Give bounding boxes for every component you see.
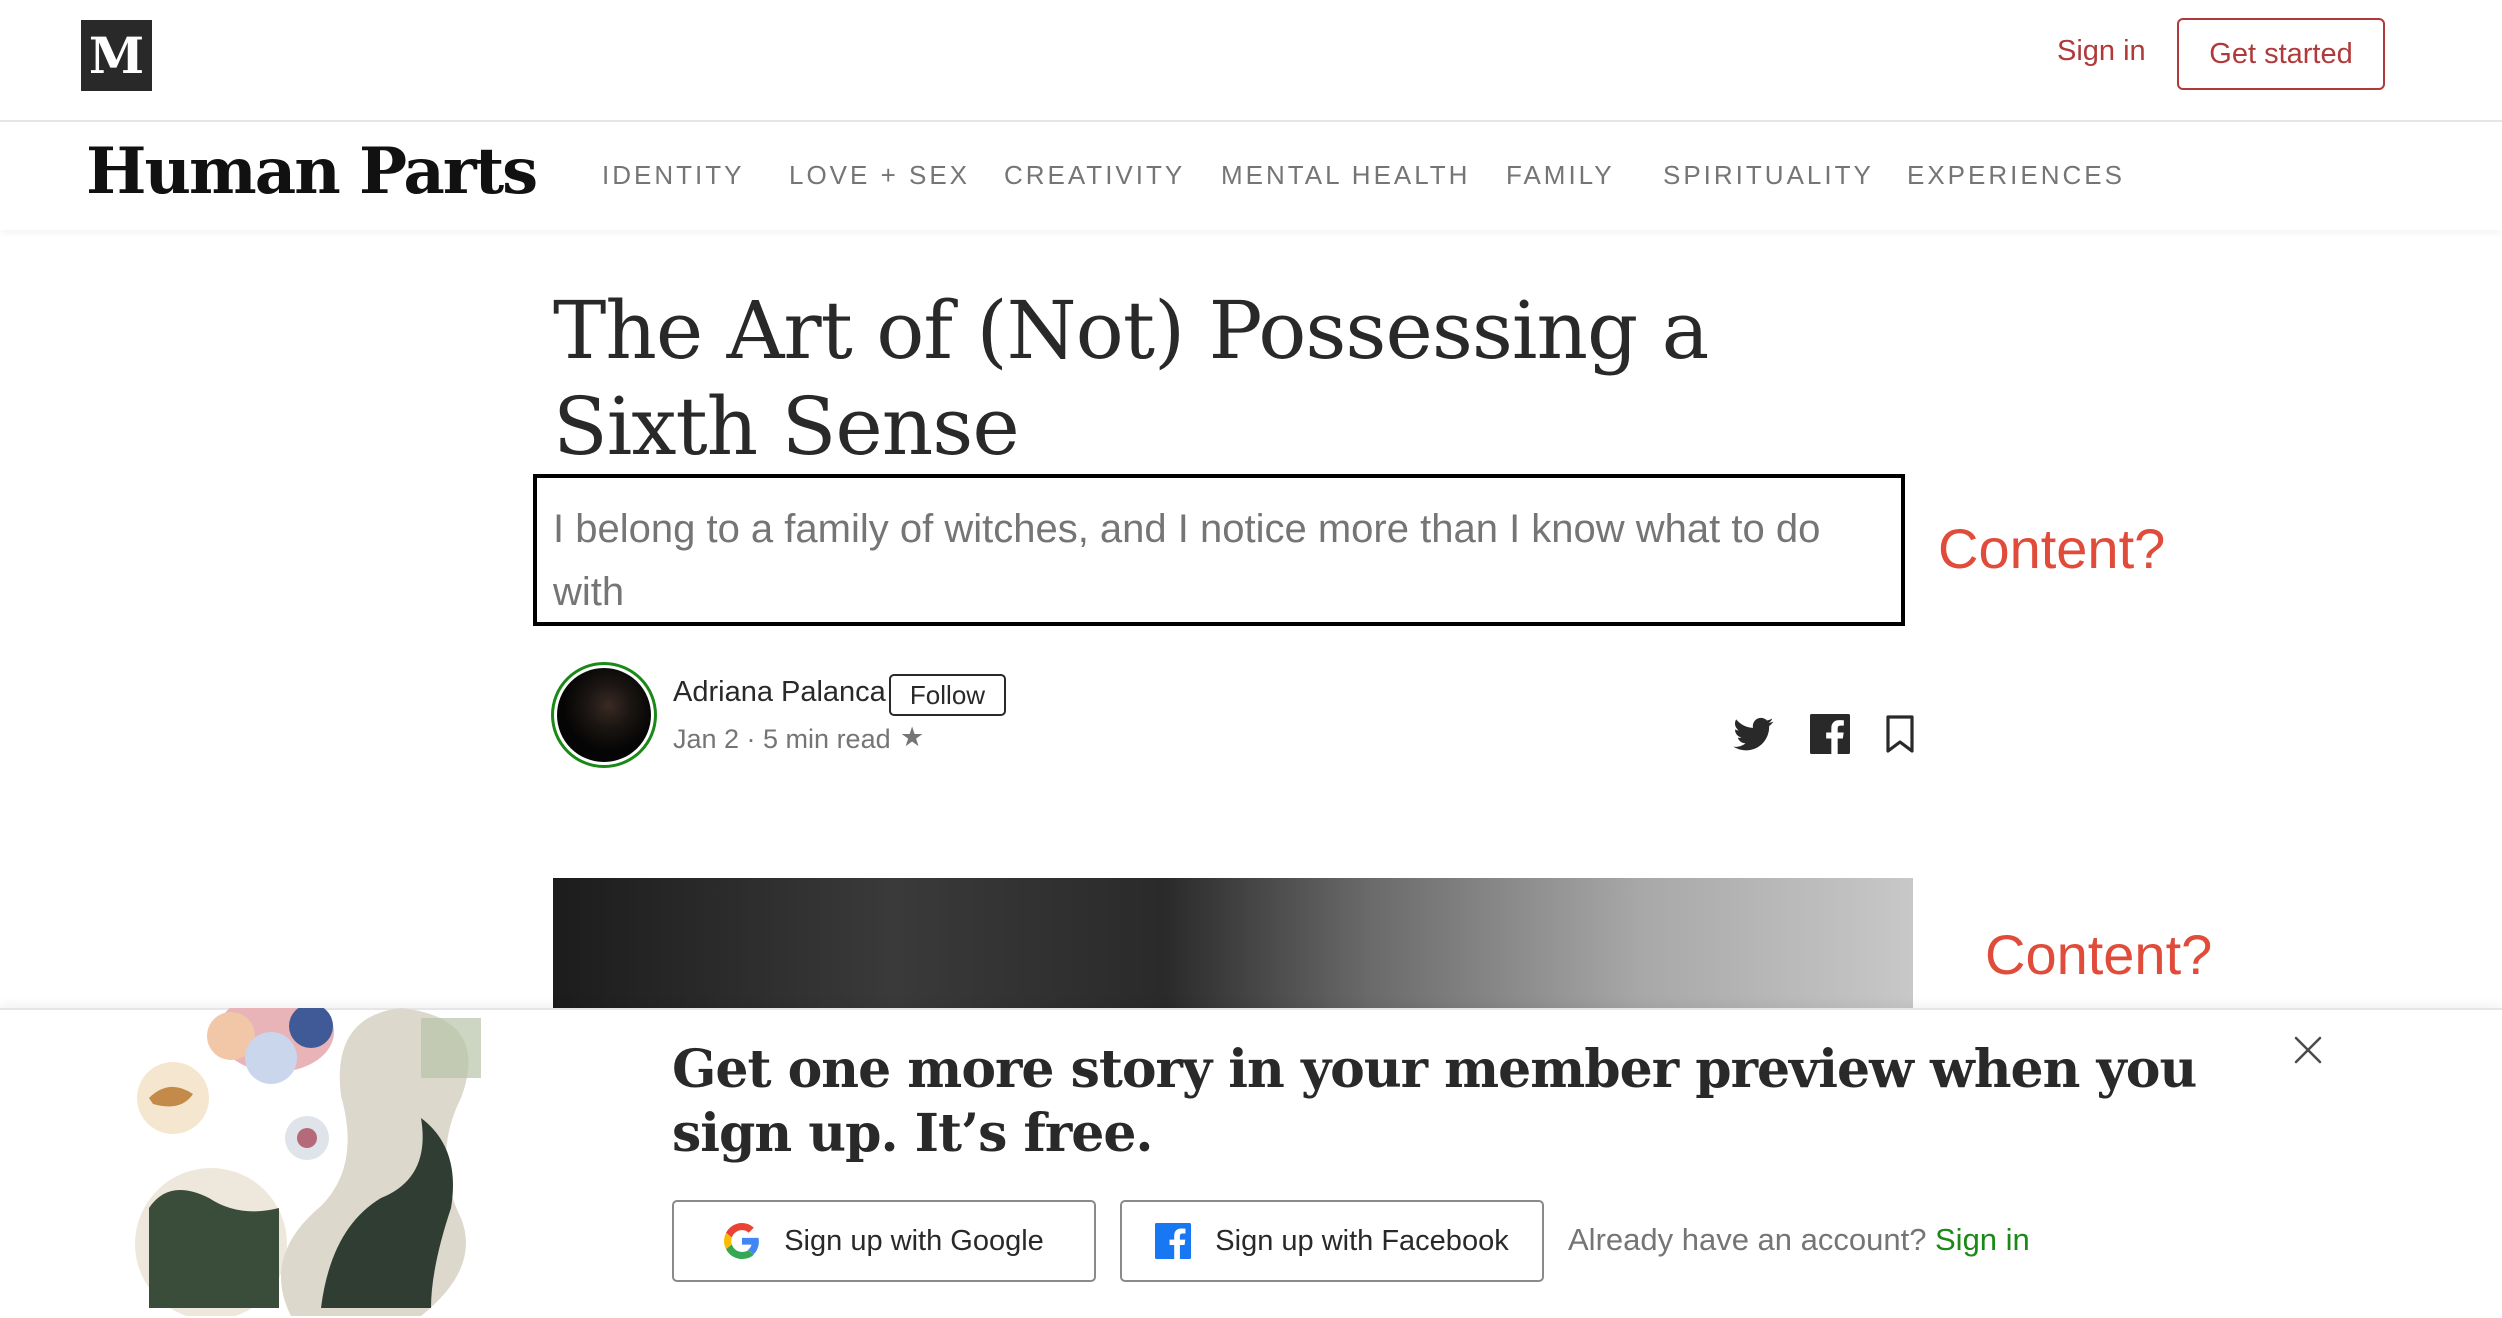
signup-facebook-button[interactable]: Sign up with Facebook	[1120, 1200, 1544, 1282]
article-meta: Jan 2 · 5 min read	[673, 724, 891, 754]
banner-sign-in-link[interactable]: Sign in	[1935, 1222, 2030, 1258]
banner-title: Get one more story in your member previe…	[672, 1039, 2197, 1164]
nav-item-creativity[interactable]: CREATIVITY	[1004, 160, 1185, 191]
member-star-icon: ★	[900, 722, 925, 752]
nav-item-family[interactable]: FAMILY	[1506, 160, 1615, 191]
signup-facebook-label: Sign up with Facebook	[1215, 1224, 1509, 1257]
article-title: The Art of (Not) Possessing a Sixth Sens…	[553, 284, 1709, 473]
banner-illustration	[135, 1008, 481, 1316]
publication-name[interactable]: Human Parts	[86, 134, 538, 209]
twitter-icon[interactable]	[1732, 714, 1776, 754]
article-subtitle: I belong to a family of witches, and I n…	[533, 474, 1905, 626]
get-started-button[interactable]: Get started	[2177, 18, 2385, 90]
nav-item-mental-health[interactable]: MENTAL HEALTH	[1221, 160, 1470, 191]
nav-item-spirituality[interactable]: SPIRITUALITY	[1663, 160, 1874, 191]
annotation-label: Content?	[1985, 923, 2213, 986]
google-icon	[724, 1223, 760, 1259]
annotation-label: Content?	[1938, 517, 2166, 580]
facebook-icon	[1155, 1223, 1192, 1259]
signup-google-label: Sign up with Google	[784, 1224, 1044, 1257]
nav-item-experiences[interactable]: EXPERIENCES	[1907, 160, 2125, 191]
follow-button[interactable]: Follow	[889, 674, 1006, 716]
avatar[interactable]	[551, 662, 657, 768]
facebook-icon[interactable]	[1810, 714, 1850, 754]
bookmark-icon[interactable]	[1884, 714, 1916, 754]
medium-logo-icon[interactable]: M	[81, 20, 152, 91]
close-icon[interactable]	[2290, 1032, 2326, 1068]
article-hero-image	[553, 878, 1913, 1008]
author-name[interactable]: Adriana Palanca	[673, 676, 886, 709]
already-have-account-text: Already have an account?	[1568, 1222, 1927, 1257]
sign-in-link[interactable]: Sign in	[2057, 35, 2146, 68]
nav-item-identity[interactable]: IDENTITY	[602, 160, 744, 191]
nav-item-love-sex[interactable]: LOVE + SEX	[789, 160, 970, 191]
avatar-image	[557, 668, 651, 762]
signup-google-button[interactable]: Sign up with Google	[672, 1200, 1096, 1282]
